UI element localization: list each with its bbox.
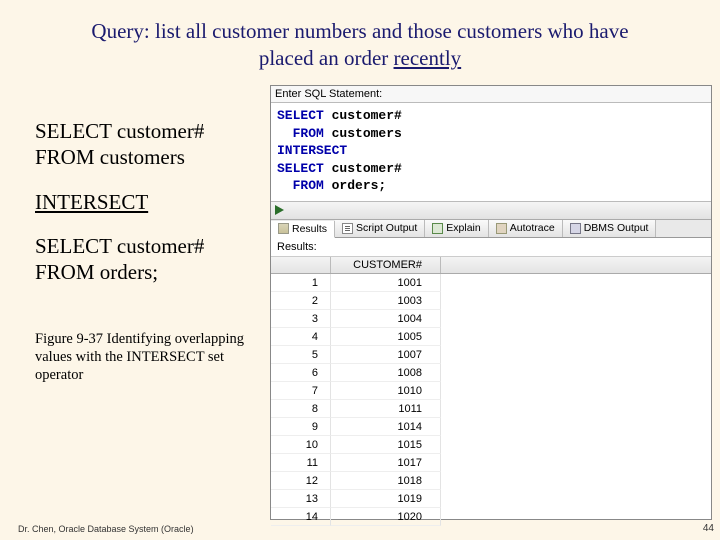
- script-output-icon: [342, 223, 353, 234]
- autotrace-icon: [496, 223, 507, 234]
- row-index: 14: [271, 508, 331, 526]
- footer-author: Dr. Chen, Oracle Database System (Oracle…: [18, 524, 194, 534]
- table-row[interactable]: 101015: [271, 436, 711, 454]
- results-icon: [278, 223, 289, 234]
- row-value: 1010: [331, 382, 441, 400]
- dbms-output-icon: [570, 223, 581, 234]
- table-row[interactable]: 51007: [271, 346, 711, 364]
- tab-explain[interactable]: Explain: [425, 220, 488, 237]
- row-index: 9: [271, 418, 331, 436]
- enter-sql-label: Enter SQL Statement:: [271, 86, 711, 103]
- row-index: 6: [271, 364, 331, 382]
- row-value: 1011: [331, 400, 441, 418]
- row-value: 1008: [331, 364, 441, 382]
- row-value: 1001: [331, 274, 441, 292]
- slide-title: Query: list all customer numbers and tho…: [0, 0, 720, 73]
- tab-autotrace[interactable]: Autotrace: [489, 220, 563, 237]
- table-row[interactable]: 91014: [271, 418, 711, 436]
- grid-header-customer: CUSTOMER#: [331, 257, 441, 273]
- intersect-keyword: INTERSECT: [35, 190, 148, 214]
- table-row[interactable]: 61008: [271, 364, 711, 382]
- row-value: 1005: [331, 328, 441, 346]
- row-value: 1019: [331, 490, 441, 508]
- row-value: 1003: [331, 292, 441, 310]
- tab-results[interactable]: Results: [271, 221, 335, 238]
- sql-line: FROM customers: [35, 144, 260, 170]
- sql-line: SELECT customer#: [35, 118, 260, 144]
- grid-header-blank: [271, 257, 331, 273]
- explain-icon: [432, 223, 443, 234]
- row-value: 1014: [331, 418, 441, 436]
- row-index: 8: [271, 400, 331, 418]
- row-index: 12: [271, 472, 331, 490]
- row-value: 1007: [331, 346, 441, 364]
- tab-dbms-output[interactable]: DBMS Output: [563, 220, 657, 237]
- run-toolbar: [271, 202, 711, 220]
- row-index: 1: [271, 274, 331, 292]
- table-row[interactable]: 121018: [271, 472, 711, 490]
- row-index: 10: [271, 436, 331, 454]
- table-row[interactable]: 141020: [271, 508, 711, 526]
- table-row[interactable]: 111017: [271, 454, 711, 472]
- run-icon[interactable]: [275, 205, 284, 215]
- row-index: 11: [271, 454, 331, 472]
- sql-editor[interactable]: SELECT customer# FROM customers INTERSEC…: [271, 103, 711, 202]
- table-row[interactable]: 41005: [271, 328, 711, 346]
- table-row[interactable]: 71010: [271, 382, 711, 400]
- sql-line: FROM orders;: [35, 259, 260, 285]
- title-line1: Query: list all customer numbers and tho…: [91, 19, 628, 43]
- tab-script-output[interactable]: Script Output: [335, 220, 425, 237]
- table-row[interactable]: 11001: [271, 274, 711, 292]
- row-value: 1004: [331, 310, 441, 328]
- result-tabs: Results Script Output Explain Autotrace …: [271, 220, 711, 238]
- table-row[interactable]: 21003: [271, 292, 711, 310]
- sql-line: SELECT customer#: [35, 233, 260, 259]
- table-row[interactable]: 81011: [271, 400, 711, 418]
- grid-header-row: CUSTOMER#: [271, 257, 711, 274]
- row-index: 13: [271, 490, 331, 508]
- row-index: 5: [271, 346, 331, 364]
- table-row[interactable]: 31004: [271, 310, 711, 328]
- row-value: 1015: [331, 436, 441, 454]
- title-line2a: placed an order: [259, 46, 394, 70]
- grid-body: 1100121003310044100551007610087101081011…: [271, 274, 711, 526]
- row-index: 7: [271, 382, 331, 400]
- results-grid: CUSTOMER# 110012100331004410055100761008…: [271, 257, 711, 526]
- sql-query-text: SELECT customer# FROM customers INTERSEC…: [35, 118, 260, 303]
- row-value: 1018: [331, 472, 441, 490]
- sql-developer-panel: Enter SQL Statement: SELECT customer# FR…: [270, 85, 712, 520]
- row-index: 4: [271, 328, 331, 346]
- row-value: 1017: [331, 454, 441, 472]
- row-index: 2: [271, 292, 331, 310]
- figure-caption: Figure 9-37 Identifying overlapping valu…: [35, 330, 260, 384]
- results-label: Results:: [271, 238, 711, 257]
- row-value: 1020: [331, 508, 441, 526]
- table-row[interactable]: 131019: [271, 490, 711, 508]
- row-index: 3: [271, 310, 331, 328]
- title-line2b: recently: [394, 46, 462, 70]
